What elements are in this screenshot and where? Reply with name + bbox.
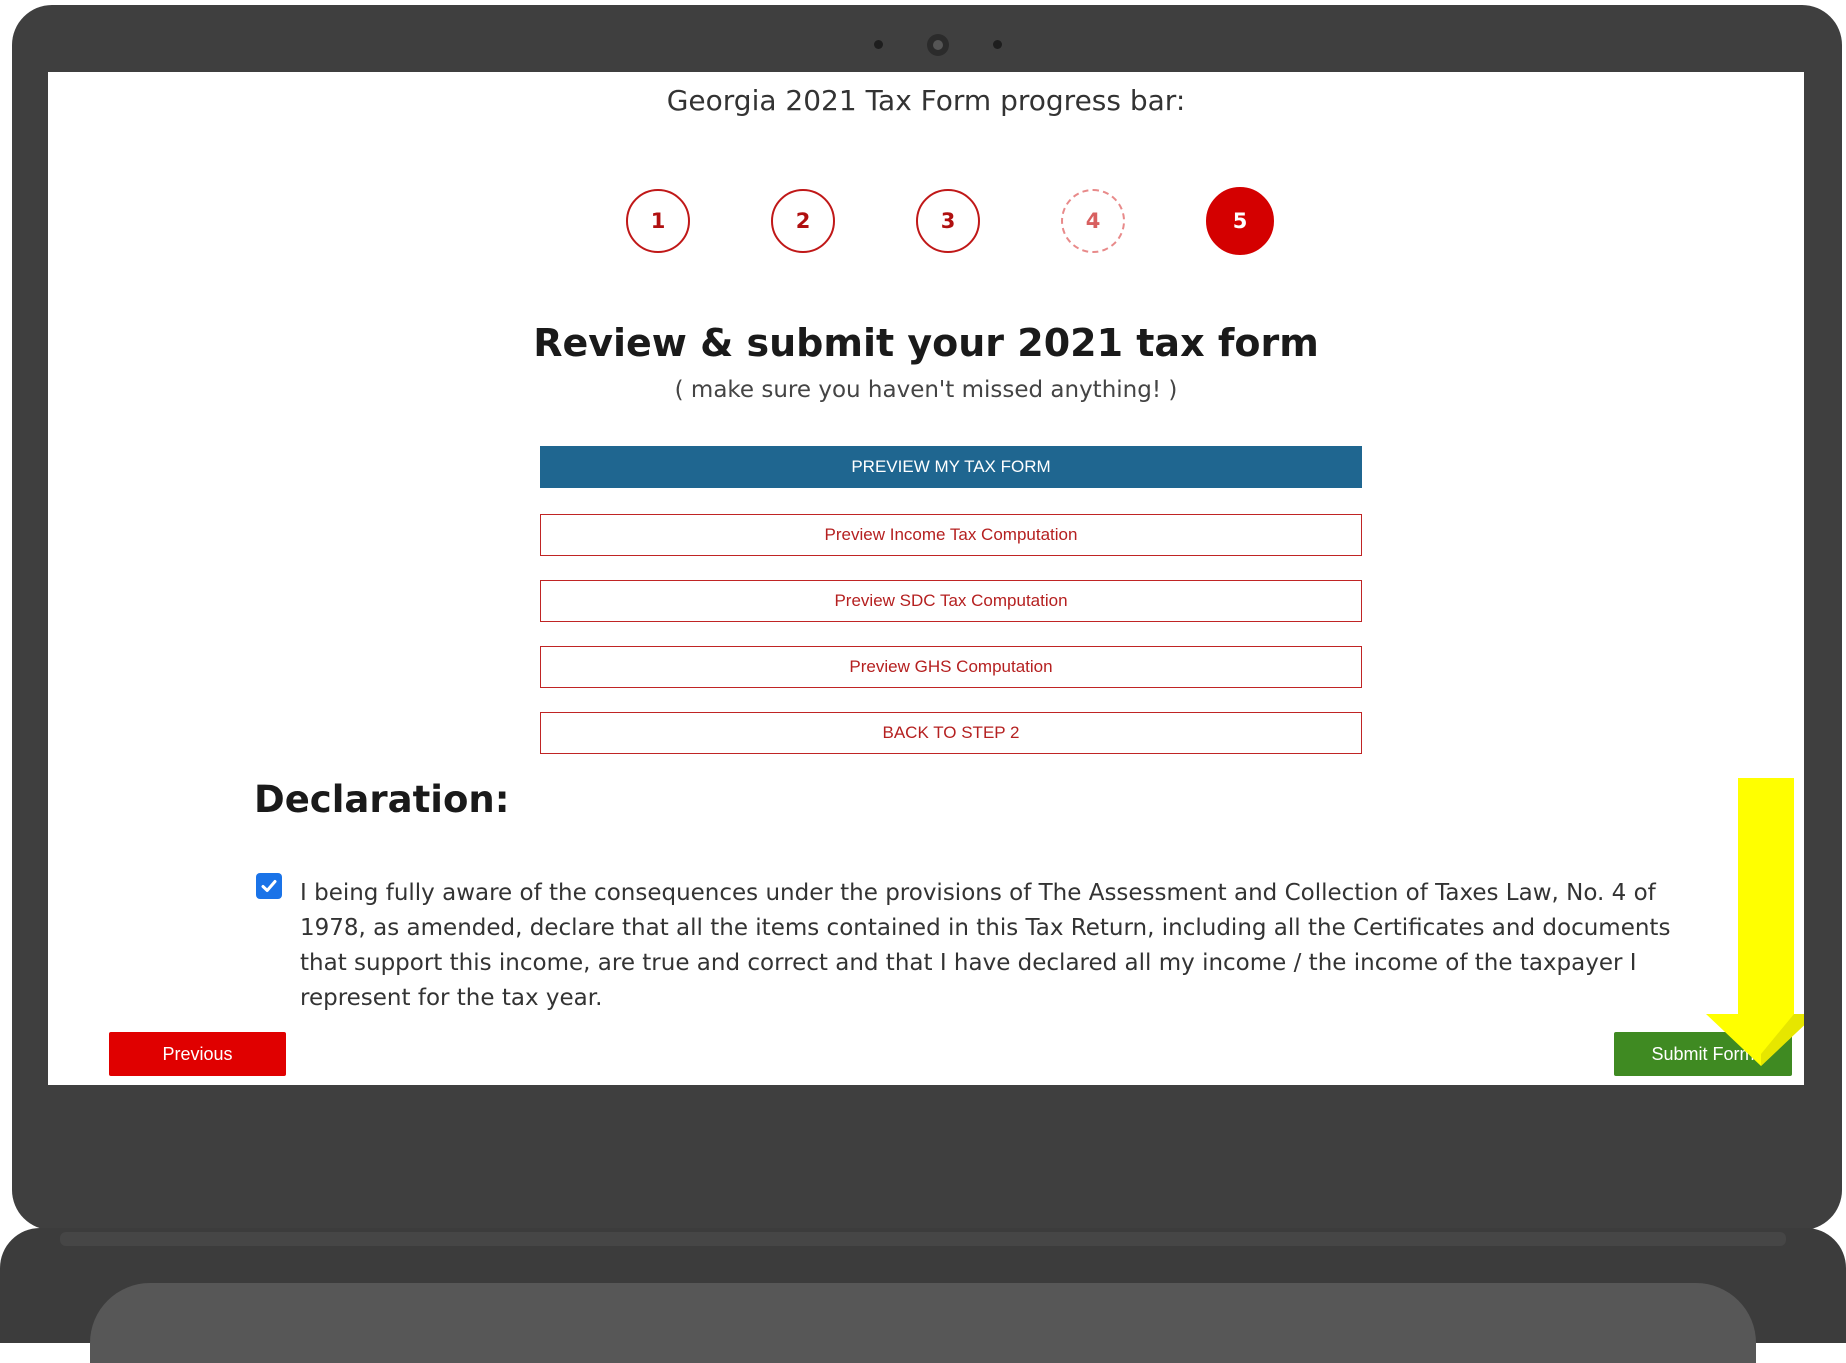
preview-ghs-button[interactable]: Preview GHS Computation <box>540 646 1362 688</box>
declaration-text: I being fully aware of the consequences … <box>300 880 1671 1011</box>
page-title: Review & submit your 2021 tax form <box>533 321 1319 365</box>
preview-sdc-tax-button[interactable]: Preview SDC Tax Computation <box>540 580 1362 622</box>
step-5-current[interactable]: 5 <box>1206 187 1274 255</box>
declaration-title: Declaration: <box>254 778 510 821</box>
camera-indicator-dot <box>874 40 883 49</box>
page-subtitle: ( make sure you haven't missed anything!… <box>674 377 1178 403</box>
step-1[interactable]: 1 <box>626 189 690 253</box>
preview-tax-form-button[interactable]: PREVIEW MY TAX FORM <box>540 446 1362 488</box>
webcam-icon <box>927 34 949 56</box>
laptop-hinge <box>60 1232 1786 1246</box>
laptop-keyboard-deck <box>90 1283 1756 1363</box>
previous-button[interactable]: Previous <box>109 1032 286 1076</box>
checkmark-icon <box>261 880 277 892</box>
camera-indicator-dot <box>993 40 1002 49</box>
declaration-checkbox[interactable] <box>256 873 282 899</box>
step-2[interactable]: 2 <box>771 189 835 253</box>
arrow-down-icon <box>1706 778 1804 1066</box>
progress-title: Georgia 2021 Tax Form progress bar: <box>666 84 1186 117</box>
browser-screen: Georgia 2021 Tax Form progress bar: 1 2 … <box>48 72 1804 1085</box>
preview-income-tax-button[interactable]: Preview Income Tax Computation <box>540 514 1362 556</box>
back-to-step-2-button[interactable]: BACK TO STEP 2 <box>540 712 1362 754</box>
step-3[interactable]: 3 <box>916 189 980 253</box>
progress-steps: 1 2 3 4 5 <box>48 187 1804 259</box>
step-4[interactable]: 4 <box>1061 189 1125 253</box>
